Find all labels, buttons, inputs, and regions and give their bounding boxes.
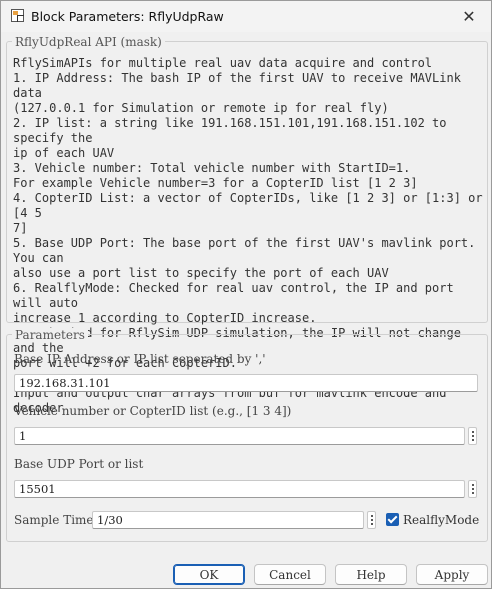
ok-button[interactable]: OK	[173, 564, 245, 585]
vehicle-number-more-button[interactable]	[468, 427, 477, 445]
dialog-window: Block Parameters: RflyUdpRaw ✕ RflyUdpRe…	[0, 0, 492, 589]
ip-address-input[interactable]: 192.168.31.101	[14, 374, 478, 392]
help-button[interactable]: Help	[335, 564, 407, 585]
apply-button[interactable]: Apply	[416, 564, 488, 585]
vehicle-number-label: Vehicle number or CopterID list (e.g., […	[14, 404, 292, 418]
close-button[interactable]: ✕	[451, 3, 487, 29]
udp-port-input[interactable]: 15501	[14, 480, 465, 498]
sample-time-input[interactable]: 1/30	[92, 511, 364, 529]
realflymode-checkbox[interactable]	[386, 513, 399, 526]
ip-address-label: Base IP Address or IP list seperated by …	[14, 352, 266, 366]
window-title: Block Parameters: RflyUdpRaw	[31, 9, 224, 24]
vehicle-number-input[interactable]: 1	[14, 427, 465, 445]
udp-port-more-button[interactable]	[468, 480, 477, 498]
sample-time-label: Sample Time	[14, 513, 94, 527]
cancel-button[interactable]: Cancel	[254, 564, 326, 585]
block-parameters-icon	[11, 9, 24, 22]
title-bar[interactable]: Block Parameters: RflyUdpRaw ✕	[1, 1, 491, 32]
sample-time-more-button[interactable]	[367, 511, 376, 529]
udp-port-label: Base UDP Port or list	[14, 457, 144, 471]
realflymode-label[interactable]: RealflyMode	[403, 513, 479, 527]
close-icon: ✕	[462, 6, 476, 26]
parameters-legend: Parameters	[12, 328, 88, 342]
mask-group-legend: RflyUdpReal API (mask)	[12, 35, 165, 49]
